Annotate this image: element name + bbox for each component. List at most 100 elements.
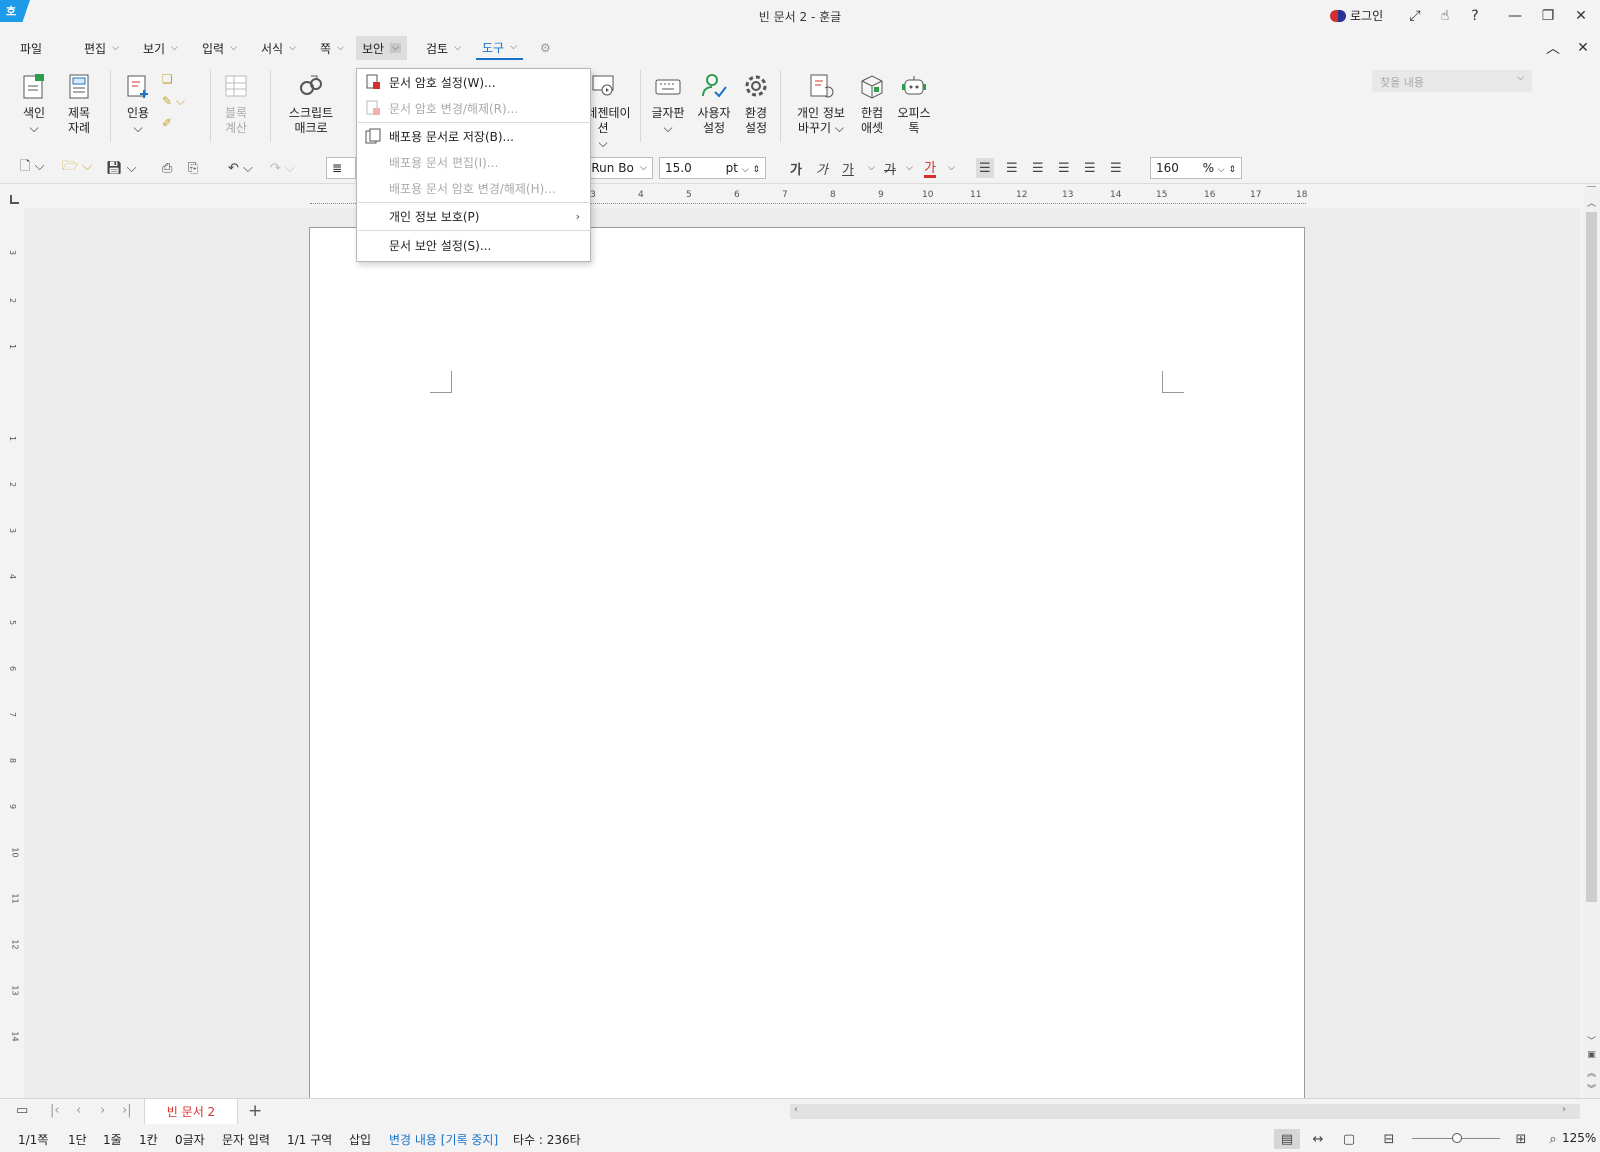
add-tab-button[interactable]: + <box>248 1101 262 1121</box>
scroll-thumb[interactable] <box>1586 212 1597 902</box>
change-distribution-password-item[interactable]: 배포용 문서 암호 변경/해제(H)... <box>357 175 590 201</box>
font-size-input[interactable]: 15.0 pt ⌵ ⇕ <box>659 157 766 179</box>
underline-button[interactable]: 가 <box>842 158 854 178</box>
fullscreen-icon[interactable]: ⤢ <box>1402 4 1428 28</box>
menu-view[interactable]: 보기 ⌵ <box>137 36 184 60</box>
set-password-item[interactable]: 문서 암호 설정(W)... <box>357 69 590 95</box>
endnote-icon[interactable]: ✐ <box>162 116 192 138</box>
strikethrough-button[interactable]: 가 <box>884 158 896 178</box>
first-tab-icon[interactable]: |‹ <box>50 1103 60 1118</box>
help-icon[interactable]: ? <box>1462 4 1488 28</box>
citation-button[interactable]: 인용 ⌵ <box>112 72 164 136</box>
save-icon[interactable]: 💾︎ ⌵ <box>106 158 137 178</box>
font-color-button[interactable]: 가 <box>924 158 936 178</box>
save-distribution-label: 배포용 문서로 저장(B)... <box>389 129 514 144</box>
minimize-icon[interactable]: — <box>1502 4 1528 28</box>
new-doc-icon[interactable]: 🗋 ⌵ <box>20 158 44 178</box>
undo-icon[interactable]: ↶ ⌵ <box>228 158 253 178</box>
menu-file[interactable]: 파일 <box>14 36 48 60</box>
tab-list-icon[interactable]: ▭ <box>16 1103 28 1118</box>
distribute-icon[interactable]: ☰ <box>1084 158 1096 178</box>
fit-page-icon[interactable]: ▢ <box>1336 1129 1362 1149</box>
redo-icon[interactable]: ↷ ⌵ <box>270 158 295 178</box>
ruler-tick: 14 <box>1110 190 1122 200</box>
align-justify-icon[interactable]: ☰ <box>976 158 994 178</box>
status-insert[interactable]: 삽입 <box>349 1131 371 1148</box>
align-center-icon[interactable]: ☰ <box>1032 158 1044 178</box>
horizontal-scrollbar[interactable]: ‹ › <box>790 1104 1580 1119</box>
copy-style-icon[interactable]: ❏ <box>162 72 192 94</box>
menu-security[interactable]: 보안 ⌵ <box>356 36 407 60</box>
app-logo[interactable]: 호 <box>0 0 30 22</box>
ruler-corner[interactable] <box>10 195 19 204</box>
italic-button[interactable]: 가 <box>816 158 828 178</box>
print-icon[interactable]: ⎙ <box>162 158 172 178</box>
status-page[interactable]: 1/1쪽 <box>18 1131 48 1148</box>
scroll-left-icon[interactable]: ‹ <box>794 1104 798 1115</box>
status-zoom[interactable]: 125% <box>1562 1131 1596 1145</box>
bold-button[interactable]: 가 <box>790 158 802 178</box>
script-macro-button[interactable]: 스크립트 매크로 <box>280 72 342 136</box>
menu-format[interactable]: 서식 ⌵ <box>255 36 302 60</box>
zoom-slider-handle[interactable] <box>1452 1133 1462 1143</box>
block-calc-button[interactable]: 블록 계산 <box>210 72 262 136</box>
prev-tab-icon[interactable]: ‹ <box>76 1103 81 1118</box>
document-page[interactable] <box>309 227 1305 1107</box>
change-password-item[interactable]: 문서 암호 변경/해제(R)... <box>357 95 590 121</box>
page-view-icon[interactable]: ▣ <box>1583 1050 1600 1060</box>
keyboard-button[interactable]: 글자판 ⌵ <box>642 72 694 136</box>
menu-review[interactable]: 검토 ⌵ <box>420 36 467 60</box>
chevron-down-icon[interactable]: ⌵ <box>906 158 913 178</box>
vertical-scrollbar[interactable]: ⎺ ︿ ﹀ ▣ ︽ ︾ <box>1583 186 1600 1106</box>
chevron-down-icon[interactable]: ⌵ <box>868 158 875 178</box>
fit-width-icon[interactable]: ↔ <box>1305 1129 1331 1149</box>
margin-mark-top-left <box>430 371 452 393</box>
chevron-down-icon: ⌵ <box>390 43 401 53</box>
next-page-icon[interactable]: ︾ <box>1583 1082 1600 1095</box>
security-settings-item[interactable]: 문서 보안 설정(S)... <box>357 232 590 258</box>
scroll-down-icon[interactable]: ﹀ <box>1583 1034 1600 1047</box>
zoom-out-icon[interactable]: ⊟ <box>1376 1129 1402 1149</box>
collapse-ribbon-icon[interactable]: ︿ <box>1540 36 1566 60</box>
scroll-top-icon[interactable]: ⎺ <box>1583 186 1600 196</box>
zoom-in-icon[interactable]: ⊞ <box>1508 1129 1534 1149</box>
menu-page[interactable]: 쪽 ⌵ <box>314 36 350 60</box>
officetalk-button[interactable]: 오피스 톡 <box>888 72 940 136</box>
open-folder-icon[interactable]: 🗁 ⌵ <box>62 158 92 178</box>
collab-icon[interactable]: ⚙ <box>534 36 557 60</box>
restore-icon[interactable]: ❐ <box>1535 4 1561 28</box>
last-tab-icon[interactable]: ›| <box>122 1103 132 1118</box>
vertical-ruler[interactable]: 3 2 1 1 2 3 4 5 6 7 8 9 10 11 12 13 14 <box>6 228 22 1088</box>
scroll-up-icon[interactable]: ︿ <box>1583 196 1600 209</box>
save-distribution-item[interactable]: 배포용 문서로 저장(B)... <box>357 123 590 149</box>
menu-edit[interactable]: 편집 ⌵ <box>78 36 125 60</box>
privacy-replace-button[interactable]: 개인 정보 바꾸기 ⌵ <box>790 72 852 136</box>
print-preview-icon[interactable]: ⎘ <box>188 158 198 178</box>
close-doc-icon[interactable]: ✕ <box>1570 36 1596 60</box>
menu-tools[interactable]: 도구 ⌵ <box>476 36 523 60</box>
memo-icon[interactable]: ✎ ⌵ <box>162 94 192 116</box>
edit-distribution-item[interactable]: 배포용 문서 편집(I)... <box>357 149 590 175</box>
close-icon[interactable]: ✕ <box>1568 4 1594 28</box>
scroll-right-icon[interactable]: › <box>1562 1104 1566 1115</box>
prev-page-icon[interactable]: ︽ <box>1583 1066 1600 1079</box>
split-align-icon[interactable]: ☰ <box>1110 158 1122 178</box>
chevron-down-icon[interactable]: ⌵ <box>948 158 955 178</box>
status-track-changes[interactable]: 변경 내용 [기록 중지] <box>389 1131 498 1148</box>
next-tab-icon[interactable]: › <box>100 1103 105 1118</box>
status-input-mode[interactable]: 문자 입력 <box>222 1131 270 1148</box>
tab-document[interactable]: 빈 문서 2 <box>144 1099 238 1124</box>
zoom-input[interactable]: 160 % ⌵ ⇕ <box>1150 157 1242 179</box>
menu-insert[interactable]: 입력 ⌵ <box>196 36 243 60</box>
toc-button[interactable]: 제목 자례 <box>53 72 105 136</box>
align-left-icon[interactable]: ☰ <box>1006 158 1018 178</box>
ruler-tick: 10 <box>922 190 934 200</box>
align-right-icon[interactable]: ☰ <box>1058 158 1070 178</box>
style-select[interactable]: ≣ <box>326 157 356 179</box>
env-settings-button[interactable]: 환경 설정 <box>730 72 782 136</box>
touch-mode-icon[interactable]: ☝ <box>1432 4 1458 28</box>
page-view-icon[interactable]: ▤ <box>1274 1129 1300 1149</box>
ribbon-divider <box>270 70 271 142</box>
login-button[interactable]: 로그인 <box>1330 7 1383 24</box>
privacy-protect-item[interactable]: 개인 정보 보호(P) › <box>357 203 590 229</box>
